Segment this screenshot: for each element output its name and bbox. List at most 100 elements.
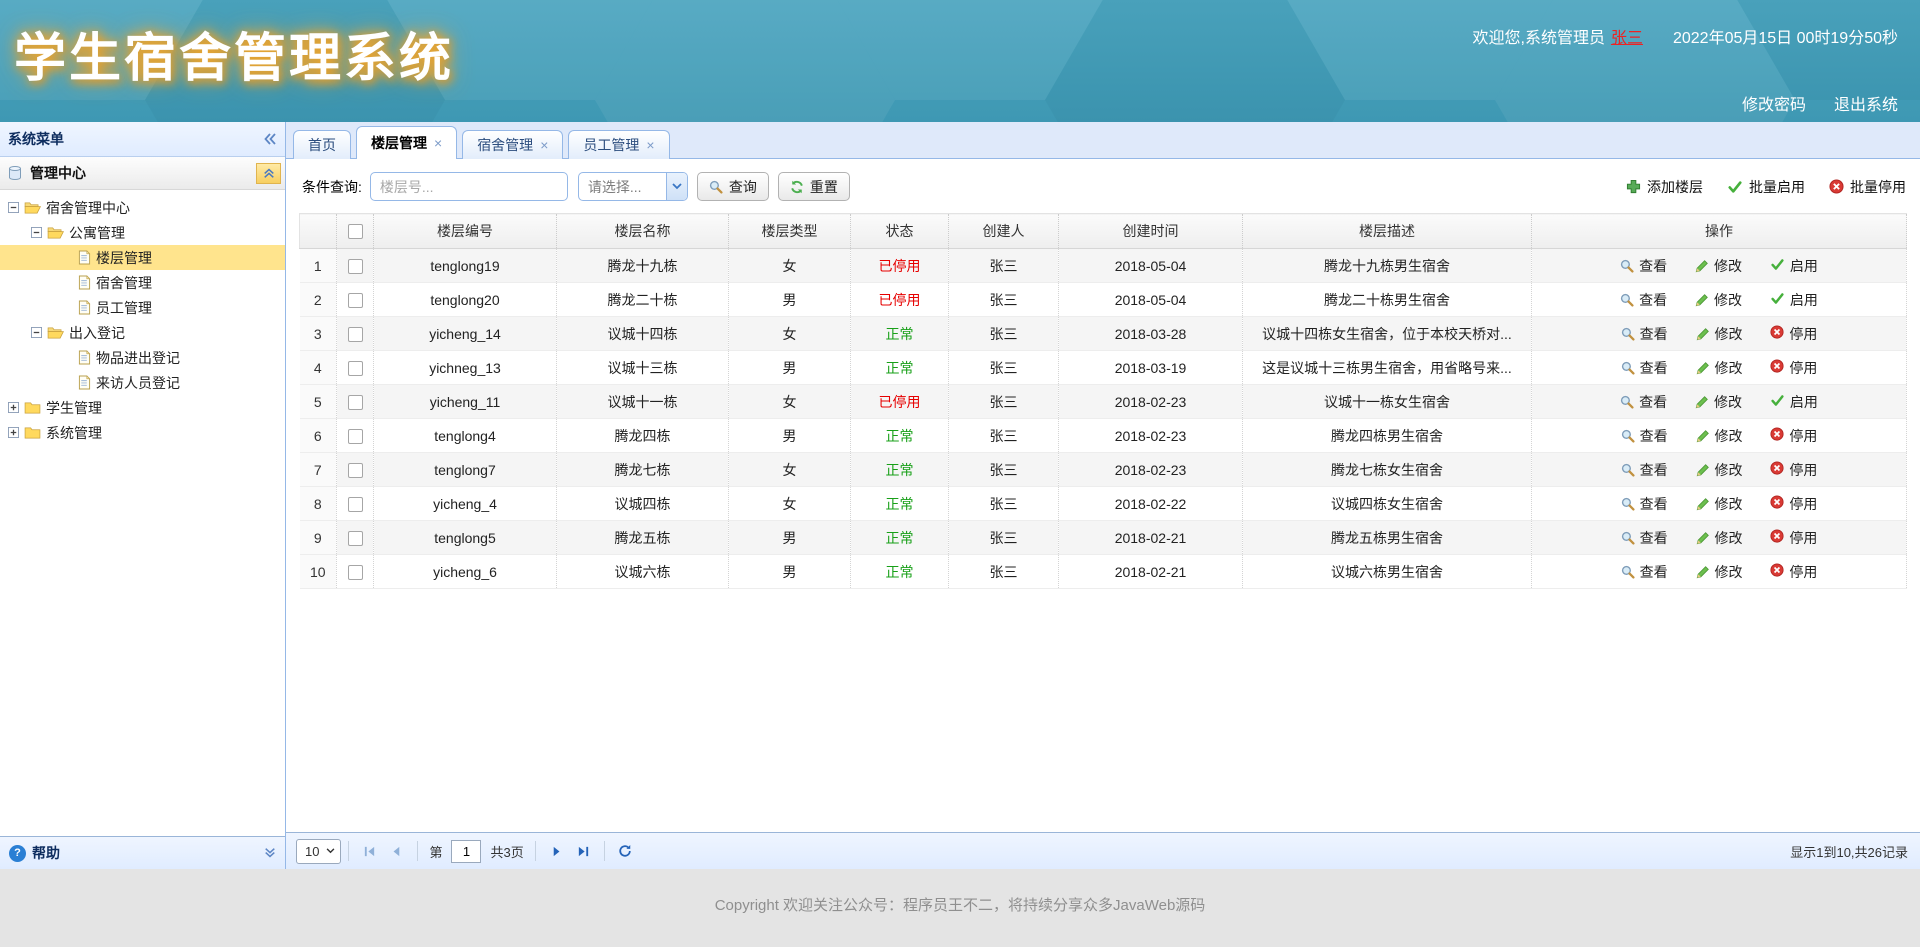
- tree-item[interactable]: 学生管理: [0, 395, 285, 420]
- reset-button[interactable]: 重置: [778, 172, 850, 201]
- tree-item[interactable]: 员工管理: [0, 295, 285, 320]
- tree-item[interactable]: 宿舍管理中心: [0, 195, 285, 220]
- expander-icon[interactable]: [62, 302, 73, 313]
- row-checkbox[interactable]: [348, 565, 363, 580]
- row-checkbox[interactable]: [348, 361, 363, 376]
- page-size-select[interactable]: 10: [296, 839, 341, 864]
- tree-item[interactable]: 楼层管理: [0, 245, 285, 270]
- tab[interactable]: 首页 ×: [293, 130, 351, 159]
- refresh-page-button[interactable]: [612, 839, 639, 864]
- row-checkbox[interactable]: [348, 531, 363, 546]
- toggle-status-link[interactable]: 停用: [1770, 358, 1817, 378]
- row-checkbox[interactable]: [348, 429, 363, 444]
- page-number-input[interactable]: [451, 840, 481, 863]
- page-size-value: 10: [305, 844, 319, 859]
- row-checkbox[interactable]: [348, 293, 363, 308]
- floor-type-cell: 男: [729, 521, 851, 555]
- prev-page-button[interactable]: [383, 839, 410, 864]
- tree-item-label: 宿舍管理中心: [46, 198, 130, 218]
- accordion-header[interactable]: 管理中心: [0, 157, 285, 190]
- next-page-button[interactable]: [543, 839, 570, 864]
- toggle-status-link[interactable]: 启用: [1770, 392, 1818, 412]
- logout-link[interactable]: 退出系统: [1834, 91, 1898, 115]
- view-link[interactable]: 查看: [1621, 358, 1668, 378]
- edit-link[interactable]: 修改: [1696, 324, 1743, 344]
- edit-link[interactable]: 修改: [1696, 460, 1743, 480]
- tab-close-icon[interactable]: ×: [646, 137, 654, 153]
- tab-close-icon[interactable]: ×: [540, 137, 548, 153]
- expander-icon[interactable]: [62, 277, 73, 288]
- tab[interactable]: 员工管理 ×: [568, 130, 669, 159]
- tree-item[interactable]: 来访人员登记: [0, 370, 285, 395]
- expander-icon[interactable]: [8, 402, 19, 413]
- collapse-help-icon[interactable]: [264, 847, 276, 859]
- tab[interactable]: 宿舍管理 ×: [462, 130, 563, 159]
- tree-item[interactable]: 出入登记: [0, 320, 285, 345]
- expander-icon[interactable]: [8, 427, 19, 438]
- row-checkbox[interactable]: [348, 259, 363, 274]
- tree-item[interactable]: 系统管理: [0, 420, 285, 445]
- batch-enable-button[interactable]: 批量启用: [1727, 177, 1805, 197]
- expander-icon[interactable]: [31, 327, 42, 338]
- floor-name-cell: 议城十一栋: [557, 385, 729, 419]
- toggle-status-link[interactable]: 停用: [1770, 426, 1817, 446]
- row-checkbox[interactable]: [348, 327, 363, 342]
- collapse-sidebar-icon[interactable]: [263, 132, 277, 146]
- tree-item[interactable]: 公寓管理: [0, 220, 285, 245]
- username-link[interactable]: 张三: [1611, 24, 1643, 48]
- expander-icon[interactable]: [31, 227, 42, 238]
- edit-link[interactable]: 修改: [1696, 528, 1743, 548]
- view-link[interactable]: 查看: [1621, 426, 1668, 446]
- toggle-status-link[interactable]: 停用: [1770, 528, 1817, 548]
- expander-icon[interactable]: [62, 352, 73, 363]
- toggle-status-link[interactable]: 启用: [1770, 290, 1818, 310]
- view-link[interactable]: 查看: [1620, 290, 1667, 310]
- help-label[interactable]: 帮助: [32, 843, 60, 863]
- edit-link[interactable]: 修改: [1696, 426, 1743, 446]
- floor-name-cell: 腾龙七栋: [557, 453, 729, 487]
- last-page-button[interactable]: [570, 839, 597, 864]
- toggle-status-link[interactable]: 停用: [1770, 460, 1817, 480]
- first-page-button[interactable]: [356, 839, 383, 864]
- tab-close-icon[interactable]: ×: [434, 135, 442, 151]
- edit-link[interactable]: 修改: [1695, 290, 1742, 310]
- toggle-status-link[interactable]: 启用: [1770, 256, 1818, 276]
- add-floor-button[interactable]: 添加楼层: [1626, 177, 1703, 197]
- view-link[interactable]: 查看: [1621, 324, 1668, 344]
- edit-link[interactable]: 修改: [1696, 494, 1743, 514]
- expander-icon[interactable]: [62, 252, 73, 263]
- change-password-link[interactable]: 修改密码: [1742, 91, 1806, 115]
- edit-link[interactable]: 修改: [1696, 562, 1743, 582]
- row-checkbox[interactable]: [348, 497, 363, 512]
- view-link[interactable]: 查看: [1621, 460, 1668, 480]
- view-link[interactable]: 查看: [1620, 256, 1667, 276]
- chevron-down-icon[interactable]: [666, 173, 687, 200]
- view-link[interactable]: 查看: [1621, 528, 1668, 548]
- edit-link[interactable]: 修改: [1696, 358, 1743, 378]
- expander-icon[interactable]: [8, 202, 19, 213]
- floor-type-select[interactable]: 请选择...: [578, 172, 688, 201]
- actions-cell: 查看 修改: [1532, 453, 1907, 487]
- expander-icon[interactable]: [62, 377, 73, 388]
- collapse-panel-icon[interactable]: [256, 163, 281, 184]
- search-button[interactable]: 查询: [697, 172, 769, 201]
- pagination-bar: 10 第 共3页: [286, 832, 1920, 869]
- row-checkbox[interactable]: [348, 463, 363, 478]
- edit-link[interactable]: 修改: [1695, 392, 1742, 412]
- toggle-status-link[interactable]: 停用: [1770, 324, 1817, 344]
- edit-link[interactable]: 修改: [1695, 256, 1742, 276]
- tab[interactable]: 楼层管理 ×: [356, 126, 457, 159]
- floor-number-input[interactable]: [370, 172, 568, 201]
- tree-item[interactable]: 宿舍管理: [0, 270, 285, 295]
- view-link[interactable]: 查看: [1621, 494, 1668, 514]
- edit-label: 修改: [1714, 392, 1742, 412]
- select-all-checkbox[interactable]: [348, 224, 363, 239]
- batch-disable-button[interactable]: 批量停用: [1829, 177, 1906, 197]
- view-link[interactable]: 查看: [1620, 392, 1667, 412]
- toggle-status-link[interactable]: 停用: [1770, 562, 1817, 582]
- toggle-status-link[interactable]: 停用: [1770, 494, 1817, 514]
- tree-item[interactable]: 物品进出登记: [0, 345, 285, 370]
- enable-icon: [1770, 394, 1785, 410]
- view-link[interactable]: 查看: [1621, 562, 1668, 582]
- row-checkbox[interactable]: [348, 395, 363, 410]
